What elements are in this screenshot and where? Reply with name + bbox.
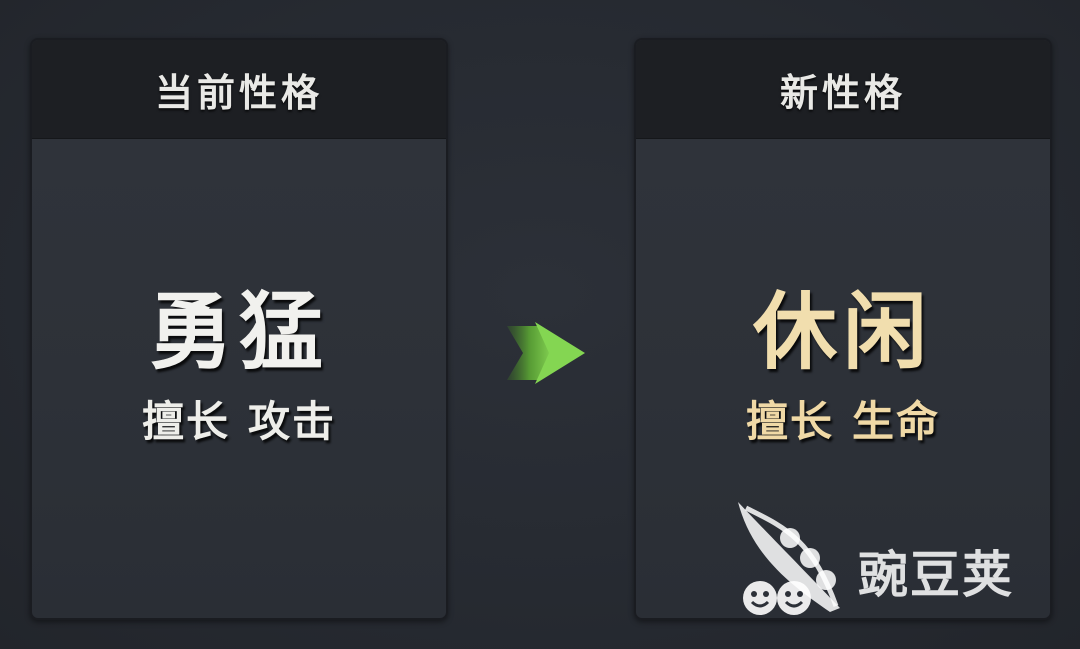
current-trait-header: 当前性格 xyxy=(32,40,446,139)
current-skill-prefix: 擅长 xyxy=(141,397,230,446)
current-trait-title: 当前性格 xyxy=(154,69,323,115)
double-chevron-right-icon xyxy=(507,322,585,384)
current-skill-value: 攻击 xyxy=(248,397,337,446)
new-skill-value: 生命 xyxy=(852,397,941,446)
current-trait-skill: 擅长 攻击 xyxy=(32,388,446,449)
new-skill-prefix: 擅长 xyxy=(745,397,834,446)
current-trait-card: 当前性格 勇猛 擅长 攻击 xyxy=(30,38,448,620)
current-trait-name: 勇猛 xyxy=(148,282,329,381)
watermark-text: 豌豆荚 xyxy=(858,546,1014,604)
new-trait-title: 新性格 xyxy=(779,69,906,115)
new-trait-header: 新性格 xyxy=(636,40,1050,139)
new-trait-name: 休闲 xyxy=(752,282,933,381)
new-trait-skill: 擅长 生命 xyxy=(636,388,1050,449)
